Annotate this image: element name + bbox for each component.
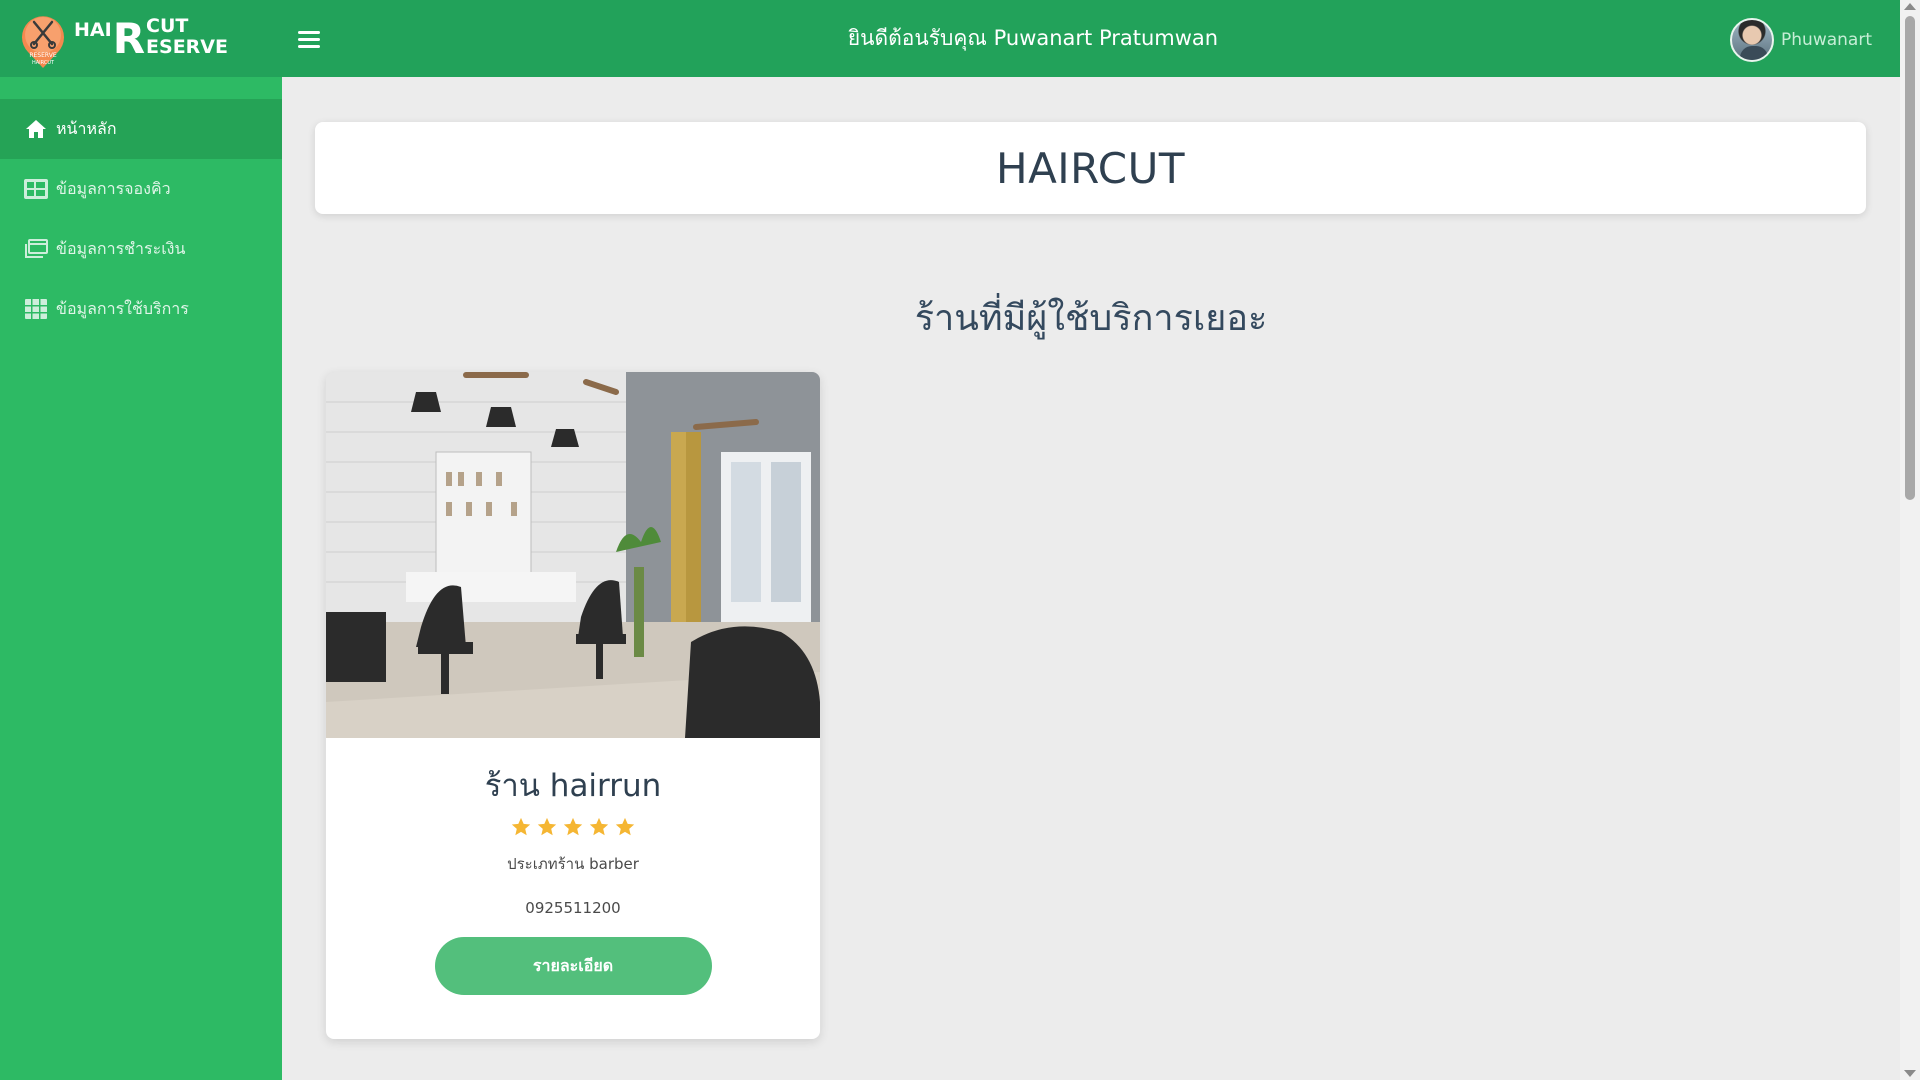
logo-icon: RESERVE HAIRCUT (20, 8, 66, 70)
brand-big-letter: R (112, 14, 146, 63)
rating-stars (326, 816, 820, 838)
menu-toggle-icon[interactable] (298, 28, 324, 50)
shop-name: ร้าน hairrun (484, 768, 662, 804)
grid-icon (22, 297, 50, 321)
payment-icon (22, 237, 50, 261)
page-title: HAIRCUT (995, 143, 1185, 193)
star-icon (537, 817, 557, 836)
star-icon (615, 817, 635, 836)
scroll-thumb[interactable] (1905, 16, 1915, 500)
brand[interactable]: RESERVE HAIRCUT HAI R CUT ESERVE (0, 0, 282, 77)
shop-photo[interactable] (326, 372, 820, 738)
sidebar: หน้าหลัก ข้อมูลการจองคิว ข้อมูลการชำระเง… (0, 77, 282, 1080)
star-icon (589, 817, 609, 836)
sidebar-item-label: ข้อมูลการจองคิว (56, 178, 171, 198)
sidebar-item-payment[interactable]: ข้อมูลการชำระเงิน (0, 219, 282, 279)
star-icon (563, 817, 583, 836)
avatar[interactable] (1730, 18, 1775, 62)
logo-badge-text-2: HAIRCUT (32, 60, 55, 66)
scroll-down-icon[interactable] (1904, 1070, 1916, 1077)
brand-part-cut: CUT (146, 15, 189, 37)
table-icon (22, 177, 50, 201)
page-scrollbar[interactable] (1900, 0, 1920, 1080)
sidebar-item-label: หน้าหลัก (56, 118, 117, 138)
sidebar-item-label: ข้อมูลการใช้บริการ (56, 298, 189, 318)
star-icon (511, 817, 531, 836)
main-content: HAIRCUT ร้านที่มีผู้ใช้บริการเยอะ ร้าน h… (282, 77, 1900, 1080)
top-header: RESERVE HAIRCUT HAI R CUT ESERVE ยินดีต้… (0, 0, 1900, 77)
shop-phone: 0925511200 (525, 899, 621, 917)
user-menu[interactable]: Phuwanart (1730, 18, 1872, 62)
scroll-up-icon[interactable] (1904, 3, 1916, 10)
brand-name: HAI R CUT ESERVE (74, 17, 228, 60)
section-title: ร้านที่มีผู้ใช้บริการเยอะ (914, 298, 1268, 339)
logo-badge-text: RESERVE (29, 52, 57, 59)
user-name[interactable]: Phuwanart (1781, 30, 1872, 50)
brand-part-hai: HAI (74, 19, 112, 41)
sidebar-item-label: ข้อมูลการชำระเงิน (56, 238, 186, 258)
sidebar-item-service[interactable]: ข้อมูลการใช้บริการ (0, 279, 282, 339)
sidebar-item-home[interactable]: หน้าหลัก (0, 99, 282, 159)
shop-type: ประเภทร้าน barber (507, 855, 639, 873)
details-button[interactable]: รายละเอียด (434, 937, 712, 995)
title-card: HAIRCUT (315, 122, 1866, 214)
welcome-message: ยินดีต้อนรับคุณ Puwanart Pratumwan (847, 26, 1219, 50)
brand-part-eserve: ESERVE (146, 36, 228, 58)
home-icon (22, 117, 50, 141)
sidebar-item-booking[interactable]: ข้อมูลการจองคิว (0, 159, 282, 219)
shop-card[interactable]: ร้าน hairrun ประเภทร้าน barber 092551120… (326, 372, 820, 1039)
